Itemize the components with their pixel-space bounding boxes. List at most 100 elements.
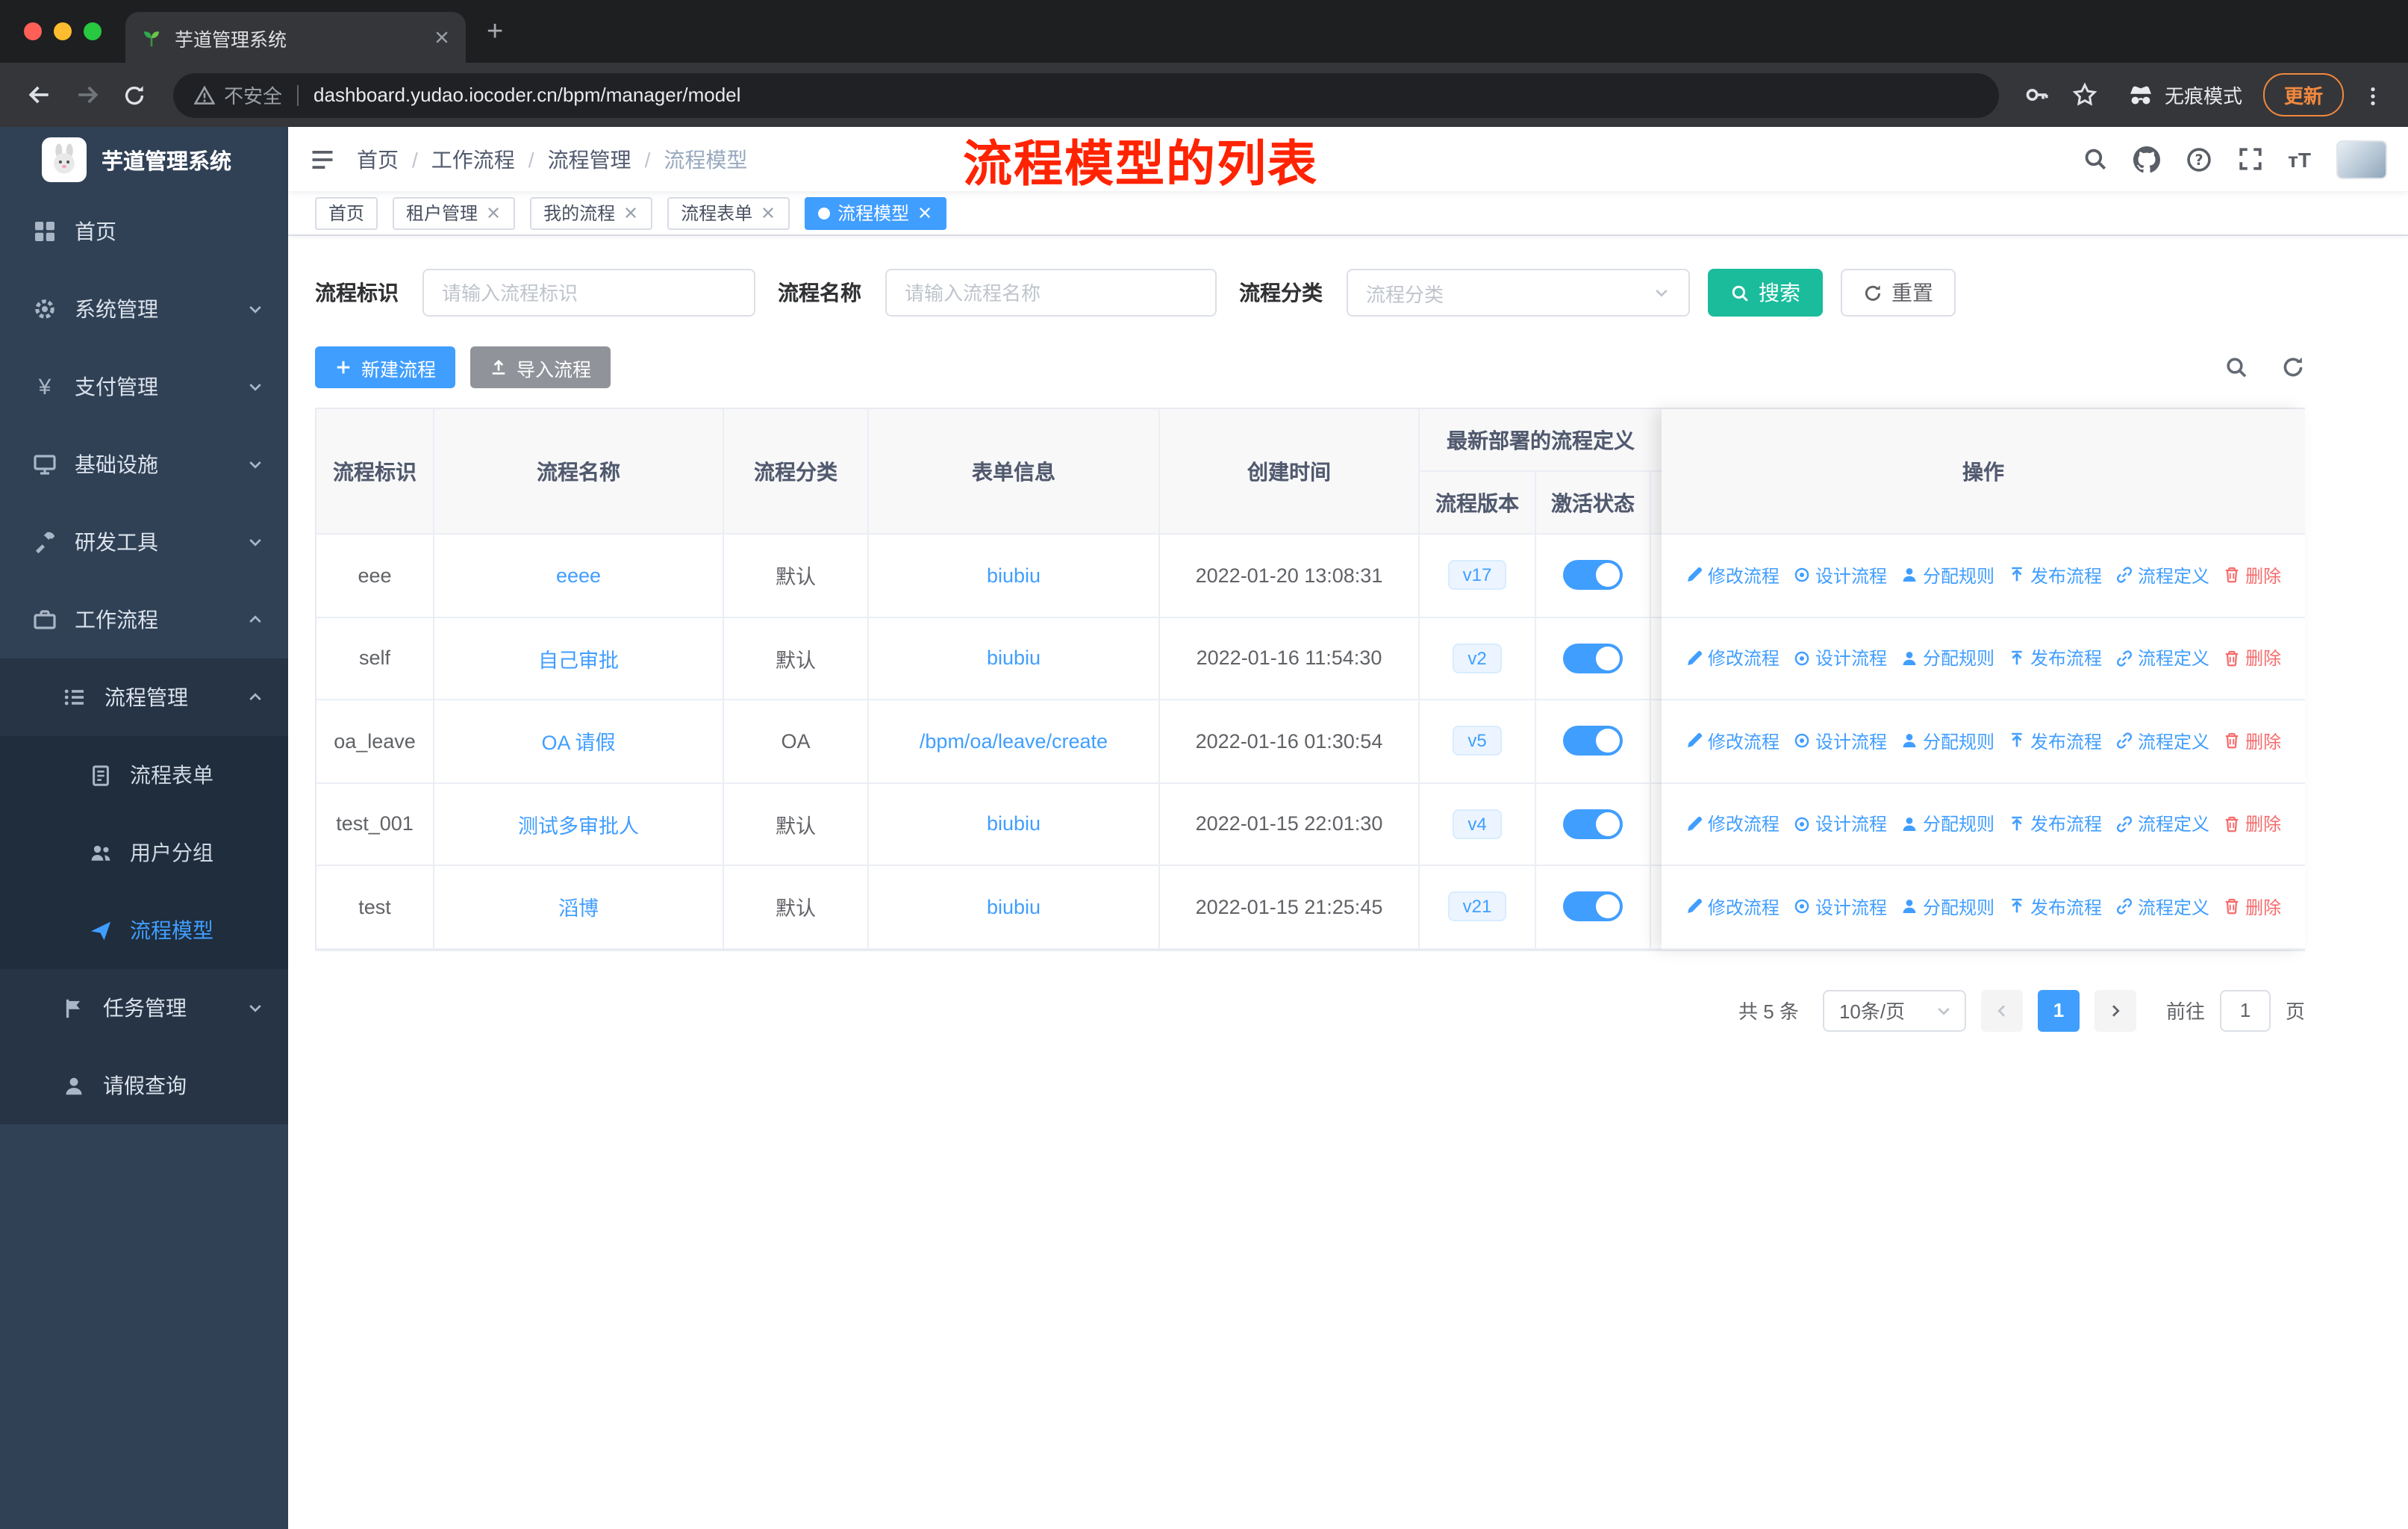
delete-link[interactable]: 删除 (2223, 894, 2281, 920)
form-info-link[interactable]: biubiu (987, 564, 1041, 587)
close-icon[interactable] (760, 205, 776, 221)
sidebar-item-process-manage[interactable]: 流程管理 (0, 658, 288, 736)
close-window-button[interactable] (24, 22, 42, 40)
close-icon[interactable] (485, 205, 502, 221)
password-key-button[interactable] (2017, 74, 2059, 116)
process-definition-link[interactable]: 流程定义 (2115, 812, 2209, 837)
github-button[interactable] (2133, 146, 2159, 172)
bookmark-button[interactable] (2065, 74, 2106, 116)
delete-link[interactable]: 删除 (2223, 563, 2281, 588)
address-bar[interactable]: 不安全 dashboard.yudao.iocoder.cn/bpm/manag… (173, 72, 1999, 117)
sidebar-item-leave-query[interactable]: 请假查询 (0, 1047, 288, 1124)
process-definition-link[interactable]: 流程定义 (2115, 894, 2209, 920)
toggle-search-icon[interactable] (2224, 355, 2248, 379)
next-page-button[interactable] (2094, 989, 2136, 1031)
process-name-link[interactable]: 滔博 (558, 892, 599, 922)
sidebar-item-user-group[interactable]: 用户分组 (0, 814, 288, 891)
sidebar-item-task-manage[interactable]: 任务管理 (0, 969, 288, 1047)
publish-process-link[interactable]: 发布流程 (2008, 563, 2102, 588)
font-size-button[interactable]: тT (2288, 147, 2311, 171)
sidebar-item-payment[interactable]: ¥ 支付管理 (0, 348, 288, 426)
publish-process-link[interactable]: 发布流程 (2008, 894, 2102, 920)
active-toggle[interactable] (1563, 726, 1623, 756)
page-size-select[interactable]: 10条/页 (1822, 989, 1966, 1031)
active-toggle[interactable] (1563, 809, 1623, 839)
tag-process-model[interactable]: 流程模型 (805, 196, 947, 229)
process-definition-link[interactable]: 流程定义 (2115, 729, 2209, 754)
assign-rule-link[interactable]: 分配规则 (1900, 563, 1994, 588)
breadcrumb-home[interactable]: 首页 (357, 144, 399, 174)
publish-process-link[interactable]: 发布流程 (2008, 646, 2102, 671)
hamburger-button[interactable] (309, 146, 336, 172)
process-definition-link[interactable]: 流程定义 (2115, 563, 2209, 588)
zoom-window-button[interactable] (84, 22, 102, 40)
user-avatar[interactable] (2336, 140, 2387, 178)
design-process-link[interactable]: 设计流程 (1793, 812, 1887, 837)
new-tab-button[interactable]: + (487, 17, 503, 46)
edit-process-link[interactable]: 修改流程 (1685, 729, 1780, 754)
process-key-input[interactable] (422, 269, 755, 317)
sidebar-item-dev-tools[interactable]: 研发工具 (0, 503, 288, 581)
form-info-link[interactable]: biubiu (987, 647, 1041, 670)
back-button[interactable] (18, 74, 60, 116)
process-name-link[interactable]: 自己审批 (538, 644, 619, 673)
edit-process-link[interactable]: 修改流程 (1685, 812, 1780, 837)
edit-process-link[interactable]: 修改流程 (1685, 646, 1780, 671)
import-process-button[interactable]: 导入流程 (470, 346, 611, 388)
sidebar-item-process-form[interactable]: 流程表单 (0, 736, 288, 814)
process-category-select[interactable]: 流程分类 (1347, 269, 1690, 317)
breadcrumb-workflow[interactable]: 工作流程 (431, 144, 515, 174)
assign-rule-link[interactable]: 分配规则 (1900, 812, 1994, 837)
reset-button[interactable]: 重置 (1841, 269, 1956, 317)
current-page-button[interactable]: 1 (2037, 989, 2080, 1031)
form-info-link[interactable]: biubiu (987, 813, 1041, 835)
edit-process-link[interactable]: 修改流程 (1685, 894, 1780, 920)
edit-process-link[interactable]: 修改流程 (1685, 563, 1780, 588)
search-button[interactable]: 搜索 (1708, 269, 1823, 317)
header-search-button[interactable] (2082, 146, 2107, 172)
minimize-window-button[interactable] (54, 22, 72, 40)
form-info-link[interactable]: biubiu (987, 896, 1041, 918)
prev-page-button[interactable] (1980, 989, 2023, 1031)
active-toggle[interactable] (1563, 643, 1623, 673)
sidebar-item-home[interactable]: 首页 (0, 193, 288, 270)
sidebar-item-workflow[interactable]: 工作流程 (0, 581, 288, 658)
reload-button[interactable] (113, 74, 155, 116)
process-definition-link[interactable]: 流程定义 (2115, 646, 2209, 671)
assign-rule-link[interactable]: 分配规则 (1900, 646, 1994, 671)
sidebar-item-system[interactable]: 系统管理 (0, 270, 288, 348)
help-button[interactable] (2185, 146, 2212, 172)
forward-button[interactable] (66, 74, 107, 116)
browser-menu-button[interactable] (2362, 82, 2384, 108)
design-process-link[interactable]: 设计流程 (1793, 729, 1887, 754)
goto-page-input[interactable] (2219, 989, 2271, 1031)
delete-link[interactable]: 删除 (2223, 646, 2281, 671)
delete-link[interactable]: 删除 (2223, 729, 2281, 754)
tag-home[interactable]: 首页 (315, 196, 378, 229)
tag-tenant[interactable]: 租户管理 (393, 196, 516, 229)
update-button[interactable]: 更新 (2262, 73, 2344, 116)
process-name-link[interactable]: 测试多审批人 (518, 809, 639, 839)
create-process-button[interactable]: 新建流程 (315, 346, 456, 388)
assign-rule-link[interactable]: 分配规则 (1900, 729, 1994, 754)
active-toggle[interactable] (1563, 560, 1623, 591)
assign-rule-link[interactable]: 分配规则 (1900, 894, 1994, 920)
publish-process-link[interactable]: 发布流程 (2008, 729, 2102, 754)
sidebar-item-infrastructure[interactable]: 基础设施 (0, 426, 288, 503)
process-name-input[interactable] (885, 269, 1217, 317)
refresh-table-icon[interactable] (2281, 355, 2305, 379)
browser-tab[interactable]: 芋道管理系统 (125, 12, 466, 63)
tag-my-process[interactable]: 我的流程 (530, 196, 653, 229)
close-icon[interactable] (917, 205, 933, 221)
process-name-link[interactable]: OA 请假 (541, 726, 615, 756)
delete-link[interactable]: 删除 (2223, 812, 2281, 837)
breadcrumb-process-manage[interactable]: 流程管理 (548, 144, 631, 174)
active-toggle[interactable] (1563, 891, 1623, 922)
design-process-link[interactable]: 设计流程 (1793, 894, 1887, 920)
process-name-link[interactable]: eeee (556, 564, 601, 587)
tag-process-form[interactable]: 流程表单 (667, 196, 790, 229)
publish-process-link[interactable]: 发布流程 (2008, 812, 2102, 837)
app-logo[interactable]: 芋道管理系统 (0, 127, 288, 193)
close-icon[interactable] (623, 205, 639, 221)
tab-close-icon[interactable] (433, 28, 451, 46)
